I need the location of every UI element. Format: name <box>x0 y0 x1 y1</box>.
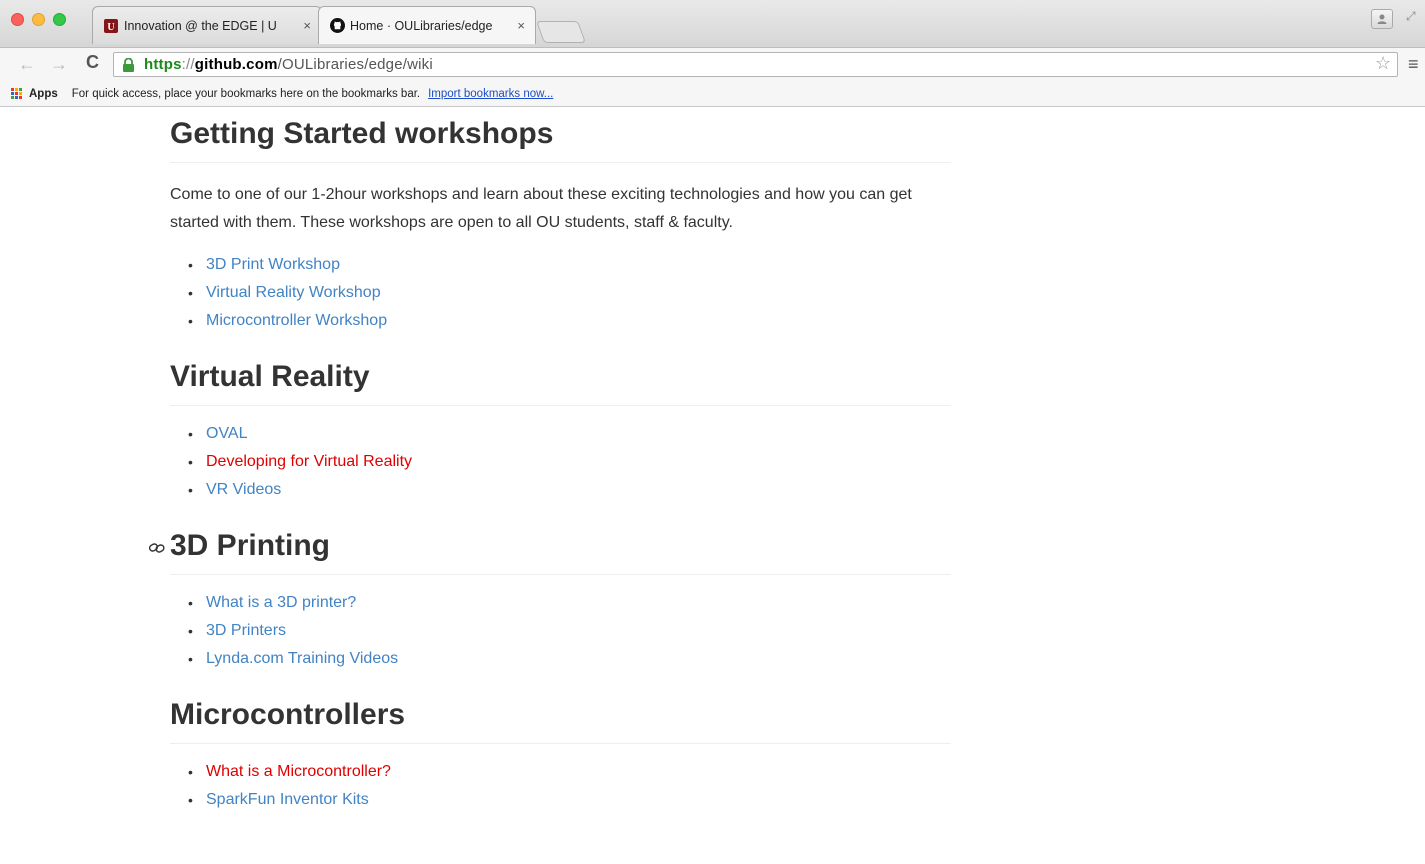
window-close-button[interactable] <box>11 13 24 26</box>
section-virtual-reality: Virtual Reality OVAL Developing for Virt… <box>170 359 951 504</box>
url-host: github.com <box>194 56 278 73</box>
link-vr-videos[interactable]: VR Videos <box>206 481 281 498</box>
list-item: Lynda.com Training Videos <box>188 645 951 673</box>
link-anchor-icon[interactable] <box>148 539 166 557</box>
link-what-is-microcontroller[interactable]: What is a Microcontroller? <box>206 763 391 780</box>
link-list: 3D Print Workshop Virtual Reality Worksh… <box>188 251 951 335</box>
list-item: What is a Microcontroller? <box>188 758 951 786</box>
wiki-content: Getting Started workshops Come to one of… <box>148 107 951 814</box>
url-separator: :// <box>181 56 195 73</box>
link-what-is-3d-printer[interactable]: What is a 3D printer? <box>206 594 356 611</box>
window-zoom-button[interactable] <box>53 13 66 26</box>
section-getting-started: Getting Started workshops Come to one of… <box>170 116 951 335</box>
list-item: What is a 3D printer? <box>188 589 951 617</box>
section-heading: Virtual Reality <box>170 359 951 406</box>
reload-icon[interactable]: C <box>86 52 99 73</box>
new-tab-button[interactable] <box>535 21 587 43</box>
section-heading: Microcontrollers <box>170 697 951 744</box>
list-item: 3D Print Workshop <box>188 251 951 279</box>
section-paragraph: Come to one of our 1-2hour workshops and… <box>170 186 912 231</box>
window-minimize-button[interactable] <box>32 13 45 26</box>
section-heading: Getting Started workshops <box>170 116 951 163</box>
bookmarks-hint: For quick access, place your bookmarks h… <box>71 87 421 100</box>
list-item: 3D Printers <box>188 617 951 645</box>
section-3d-printing: 3D Printing What is a 3D printer? 3D Pri… <box>148 528 951 673</box>
tab-close-icon[interactable]: × <box>303 18 311 33</box>
bookmarks-bar: Apps For quick access, place your bookma… <box>0 81 1425 107</box>
github-octocat-icon <box>329 18 345 34</box>
browser-toolbar: ← → C https://github.com/OULibraries/edg… <box>0 47 1425 81</box>
lock-icon <box>122 57 136 72</box>
ou-logo-icon: U <box>103 18 119 34</box>
section-heading: 3D Printing <box>170 528 951 575</box>
forward-arrow-icon[interactable]: → <box>50 54 68 75</box>
apps-grid-icon[interactable] <box>11 87 23 100</box>
link-list: OVAL Developing for Virtual Reality VR V… <box>188 420 951 504</box>
apps-shortcut[interactable]: Apps <box>29 88 58 100</box>
address-bar[interactable]: https://github.com/OULibraries/edge/wiki <box>113 52 1398 77</box>
star-icon[interactable]: ☆ <box>1375 53 1391 74</box>
link-oval[interactable]: OVAL <box>206 425 248 442</box>
tab-github-wiki[interactable]: Home · OULibraries/edge × <box>318 6 536 44</box>
fullscreen-icon[interactable]: ⤢ <box>1406 9 1416 24</box>
list-item: VR Videos <box>188 476 951 504</box>
url-scheme: https <box>144 56 182 73</box>
link-3d-printers[interactable]: 3D Printers <box>206 622 286 639</box>
link-microcontroller-workshop[interactable]: Microcontroller Workshop <box>206 312 387 329</box>
list-item: Virtual Reality Workshop <box>188 279 951 307</box>
link-lynda-videos[interactable]: Lynda.com Training Videos <box>206 650 398 667</box>
tab-title: Innovation @ the EDGE | U <box>124 18 277 33</box>
list-item: OVAL <box>188 420 951 448</box>
profile-icon[interactable] <box>1371 9 1393 29</box>
hamburger-menu-icon[interactable]: ≡ <box>1408 54 1419 75</box>
back-arrow-icon[interactable]: ← <box>18 54 36 75</box>
svg-text:U: U <box>107 22 114 33</box>
link-vr-workshop[interactable]: Virtual Reality Workshop <box>206 284 381 301</box>
tab-innovation-edge[interactable]: U Innovation @ the EDGE | U × <box>92 6 322 44</box>
link-developing-vr[interactable]: Developing for Virtual Reality <box>206 453 412 470</box>
link-list: What is a Microcontroller? SparkFun Inve… <box>188 758 951 814</box>
url-path: /OULibraries/edge/wiki <box>277 56 433 73</box>
link-3d-print-workshop[interactable]: 3D Print Workshop <box>206 256 340 273</box>
list-item: SparkFun Inventor Kits <box>188 786 951 814</box>
tab-title: Home · OULibraries/edge <box>350 18 493 33</box>
list-item: Microcontroller Workshop <box>188 307 951 335</box>
import-bookmarks-link[interactable]: Import bookmarks now... <box>428 88 553 100</box>
section-microcontrollers: Microcontrollers What is a Microcontroll… <box>170 697 951 814</box>
link-sparkfun-kits[interactable]: SparkFun Inventor Kits <box>206 791 369 808</box>
list-item: Developing for Virtual Reality <box>188 448 951 476</box>
tab-close-icon[interactable]: × <box>517 18 525 33</box>
browser-title-bar: U Innovation @ the EDGE | U × Home · OUL… <box>0 0 1425 47</box>
link-list: What is a 3D printer? 3D Printers Lynda.… <box>188 589 951 673</box>
